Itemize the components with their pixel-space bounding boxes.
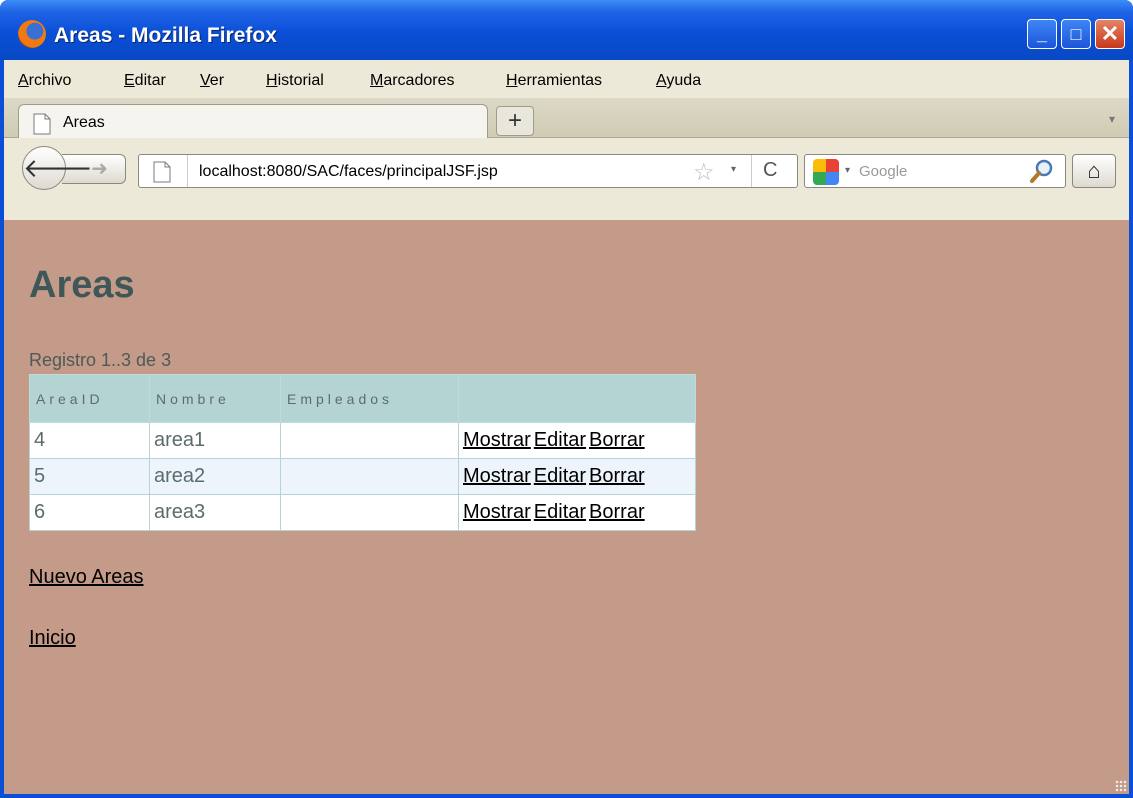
reload-divider bbox=[751, 155, 752, 187]
browser-chrome: Archivo Editar Ver Historial Marcadores … bbox=[4, 60, 1129, 220]
table-row: 5 area2 Mostrar Editar Borrar bbox=[29, 458, 696, 495]
menu-marcadores[interactable]: Marcadores bbox=[370, 72, 454, 90]
cell-empleados bbox=[280, 494, 459, 531]
new-area-link[interactable]: Nuevo Areas bbox=[29, 566, 144, 589]
home-button[interactable]: ⌂ bbox=[1072, 154, 1116, 188]
search-placeholder[interactable]: Google bbox=[859, 163, 907, 180]
resize-grip[interactable] bbox=[1115, 780, 1127, 792]
google-engine-icon[interactable] bbox=[813, 159, 839, 185]
show-link[interactable]: Mostrar bbox=[463, 465, 531, 487]
record-count: Registro 1..3 de 3 bbox=[29, 350, 172, 370]
table-header-row: AreaID Nombre Empleados bbox=[29, 374, 696, 423]
minimize-button[interactable]: _ bbox=[1027, 19, 1057, 49]
site-identity-icon[interactable] bbox=[153, 161, 171, 183]
back-button[interactable]: 🡐 bbox=[22, 146, 93, 190]
cell-areaid: 6 bbox=[29, 494, 150, 531]
window-title: Areas - Mozilla Firefox bbox=[54, 24, 277, 47]
engine-dropdown-icon[interactable]: ▾ bbox=[845, 165, 850, 176]
delete-link[interactable]: Borrar bbox=[589, 501, 645, 523]
tab-areas[interactable]: Areas bbox=[18, 104, 488, 140]
maximize-button[interactable]: □ bbox=[1061, 19, 1091, 49]
header-nombre[interactable]: Nombre bbox=[149, 374, 281, 423]
show-link[interactable]: Mostrar bbox=[463, 501, 531, 523]
areas-table: AreaID Nombre Empleados 4 area1 Mostrar E… bbox=[29, 374, 696, 531]
header-areaid[interactable]: AreaID bbox=[29, 374, 150, 423]
cell-nombre: area1 bbox=[149, 422, 281, 459]
menu-ver[interactable]: Ver bbox=[200, 72, 224, 90]
cell-actions: Mostrar Editar Borrar bbox=[458, 494, 696, 531]
cell-nombre: area2 bbox=[149, 458, 281, 495]
navigation-bar: ➜ 🡐 localhost:8080/SAC/faces/principalJS… bbox=[4, 138, 1129, 220]
menu-historial[interactable]: Historial bbox=[266, 72, 324, 90]
cell-empleados bbox=[280, 458, 459, 495]
search-magnifier-icon[interactable] bbox=[1029, 158, 1055, 184]
menu-bar: Archivo Editar Ver Historial Marcadores … bbox=[4, 60, 1129, 98]
edit-link[interactable]: Editar bbox=[534, 429, 586, 451]
home-link[interactable]: Inicio bbox=[29, 627, 76, 650]
table-row: 6 area3 Mostrar Editar Borrar bbox=[29, 494, 696, 531]
url-divider bbox=[187, 155, 188, 187]
back-forward-group: ➜ 🡐 bbox=[22, 146, 132, 190]
page-icon bbox=[33, 113, 51, 135]
cell-actions: Mostrar Editar Borrar bbox=[458, 458, 696, 495]
edit-link[interactable]: Editar bbox=[534, 501, 586, 523]
close-button[interactable]: ✕ bbox=[1095, 19, 1125, 49]
cell-areaid: 5 bbox=[29, 458, 150, 495]
page-content: Areas Registro 1..3 de 3 AreaID Nombre E… bbox=[4, 220, 1129, 794]
show-link[interactable]: Mostrar bbox=[463, 429, 531, 451]
cell-nombre: area3 bbox=[149, 494, 281, 531]
delete-link[interactable]: Borrar bbox=[589, 429, 645, 451]
menu-herramientas[interactable]: Herramientas bbox=[506, 72, 602, 90]
cell-empleados bbox=[280, 422, 459, 459]
firefox-logo-icon bbox=[18, 20, 46, 48]
page-title: Areas bbox=[29, 264, 135, 306]
tab-bar: Areas + ▾ bbox=[4, 98, 1129, 140]
tab-title: Areas bbox=[63, 114, 105, 131]
reload-button[interactable]: C bbox=[763, 159, 777, 182]
header-actions bbox=[458, 374, 696, 423]
delete-link[interactable]: Borrar bbox=[589, 465, 645, 487]
new-tab-button[interactable]: + bbox=[496, 106, 534, 136]
menu-ayuda[interactable]: Ayuda bbox=[656, 72, 701, 90]
url-bar[interactable]: localhost:8080/SAC/faces/principalJSF.js… bbox=[138, 154, 798, 188]
header-empleados[interactable]: Empleados bbox=[280, 374, 459, 423]
cell-actions: Mostrar Editar Borrar bbox=[458, 422, 696, 459]
title-bar[interactable]: Areas - Mozilla Firefox _ □ ✕ bbox=[0, 0, 1133, 60]
table-row: 4 area1 Mostrar Editar Borrar bbox=[29, 422, 696, 459]
bookmark-star-icon[interactable]: ☆ bbox=[693, 158, 715, 187]
search-bar[interactable]: ▾ Google bbox=[804, 154, 1066, 188]
tab-list-button[interactable]: ▾ bbox=[1109, 112, 1115, 126]
menu-editar[interactable]: Editar bbox=[124, 72, 166, 90]
cell-areaid: 4 bbox=[29, 422, 150, 459]
browser-window: Areas - Mozilla Firefox _ □ ✕ Archivo Ed… bbox=[0, 0, 1133, 798]
url-text[interactable]: localhost:8080/SAC/faces/principalJSF.js… bbox=[199, 163, 498, 181]
history-dropdown-icon[interactable]: ▾ bbox=[731, 164, 736, 175]
menu-archivo[interactable]: Archivo bbox=[18, 72, 71, 90]
edit-link[interactable]: Editar bbox=[534, 465, 586, 487]
